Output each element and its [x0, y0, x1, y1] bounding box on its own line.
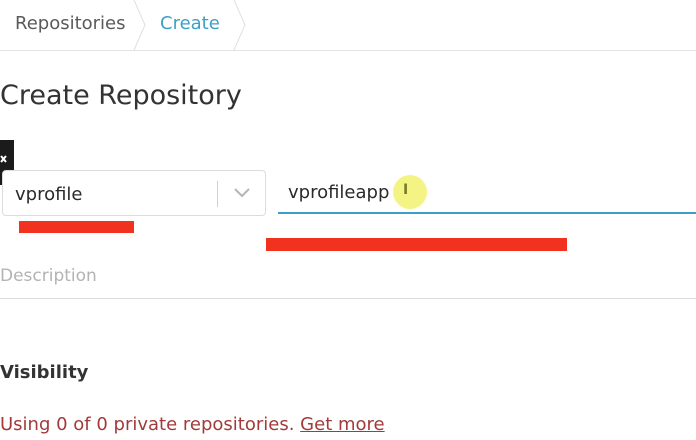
text-cursor-icon: I [403, 182, 409, 198]
private-repo-usage: Using 0 of 0 private repositories. Get m… [0, 414, 385, 435]
visibility-label: Visibility [0, 362, 89, 383]
breadcrumb: Repositories Create [0, 0, 696, 51]
breadcrumb-create[interactable]: Create [160, 13, 220, 34]
breadcrumb-repositories[interactable]: Repositories [15, 13, 126, 34]
namespace-value: vprofile [15, 184, 83, 205]
breadcrumb-separator-icon [233, 0, 246, 50]
cursor-highlight [393, 175, 427, 209]
repository-name-value: vprofileapp [288, 182, 390, 203]
get-more-link[interactable]: Get more [300, 414, 384, 435]
namespace-select[interactable]: vprofile [2, 170, 266, 216]
chevron-down-icon[interactable] [233, 187, 251, 199]
page-title: Create Repository [0, 80, 242, 111]
select-divider [217, 181, 218, 207]
description-field[interactable]: Description [0, 262, 696, 299]
usage-text: Using 0 of 0 private repositories. [0, 414, 295, 435]
description-placeholder: Description [0, 266, 97, 286]
breadcrumb-separator-icon [133, 0, 146, 50]
annotation-underline-repo-name [266, 238, 567, 251]
repository-name-input[interactable]: vprofileapp [278, 170, 696, 214]
annotation-underline-namespace [19, 221, 134, 233]
